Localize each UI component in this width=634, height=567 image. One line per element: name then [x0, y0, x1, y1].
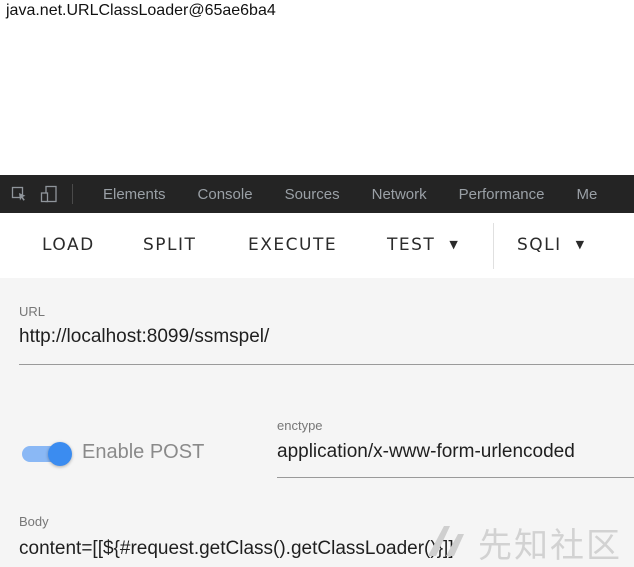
enable-post-label: Enable POST	[82, 441, 205, 463]
tab-performance[interactable]: Performance	[443, 186, 561, 203]
enctype-label: enctype	[277, 418, 323, 433]
split-button[interactable]: SPLIT	[143, 235, 196, 255]
caret-down-icon: ▼	[449, 238, 460, 251]
inspect-element-icon[interactable]	[10, 185, 28, 203]
enctype-select[interactable]: application/x-www-form-urlencoded	[277, 441, 575, 463]
execute-button[interactable]: EXECUTE	[248, 235, 337, 255]
watermark-logo-icon	[428, 526, 464, 556]
watermark-text: 先知社区	[478, 526, 622, 566]
url-underline	[19, 364, 634, 365]
tab-network[interactable]: Network	[356, 186, 443, 203]
test-menu-button[interactable]: TEST ▼	[387, 235, 459, 255]
test-menu-label: TEST	[387, 235, 436, 255]
load-button[interactable]: LOAD	[42, 235, 95, 255]
sqli-menu-label: SQLI	[517, 235, 562, 255]
body-label: Body	[19, 514, 49, 529]
device-toolbar-icon[interactable]	[40, 185, 58, 203]
tab-elements[interactable]: Elements	[87, 186, 182, 203]
enable-post-toggle[interactable]	[22, 440, 72, 468]
tab-sources[interactable]: Sources	[269, 186, 356, 203]
devtools-separator	[72, 184, 73, 204]
body-input[interactable]: content=[[${#request.getClass().getClass…	[19, 538, 454, 560]
devtools-tabbar: Elements Console Sources Network Perform…	[0, 175, 634, 213]
tab-console[interactable]: Console	[182, 186, 269, 203]
sqli-menu-button[interactable]: SQLI ▼	[517, 235, 586, 255]
tab-more[interactable]: Me	[561, 186, 614, 203]
hackbar-toolbar: LOAD SPLIT EXECUTE TEST ▼ SQLI ▼	[0, 213, 634, 278]
enctype-underline	[277, 477, 634, 478]
url-label: URL	[19, 304, 46, 319]
url-input[interactable]: http://localhost:8099/ssmspel/	[19, 326, 269, 348]
page-output: java.net.URLClassLoader@65ae6ba4	[0, 0, 634, 175]
toolbar-separator	[493, 223, 494, 269]
toggle-knob	[48, 442, 72, 466]
caret-down-icon: ▼	[575, 238, 586, 251]
page-output-text: java.net.URLClassLoader@65ae6ba4	[6, 2, 276, 19]
